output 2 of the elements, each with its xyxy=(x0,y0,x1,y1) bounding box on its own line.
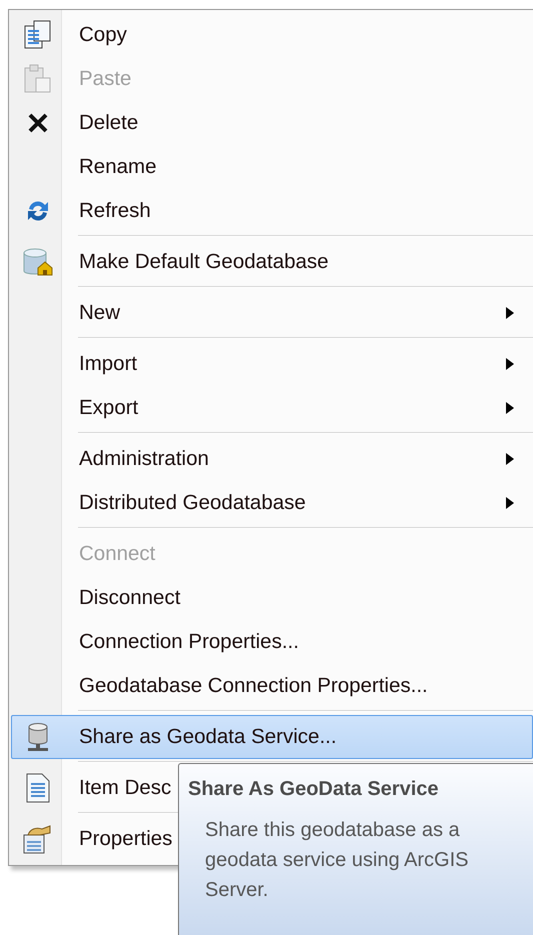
tooltip-text: Share this geodatabase as a geodata service using ArcGIS Server. xyxy=(205,818,470,903)
tooltip-title: Share As GeoData Service xyxy=(188,778,440,801)
